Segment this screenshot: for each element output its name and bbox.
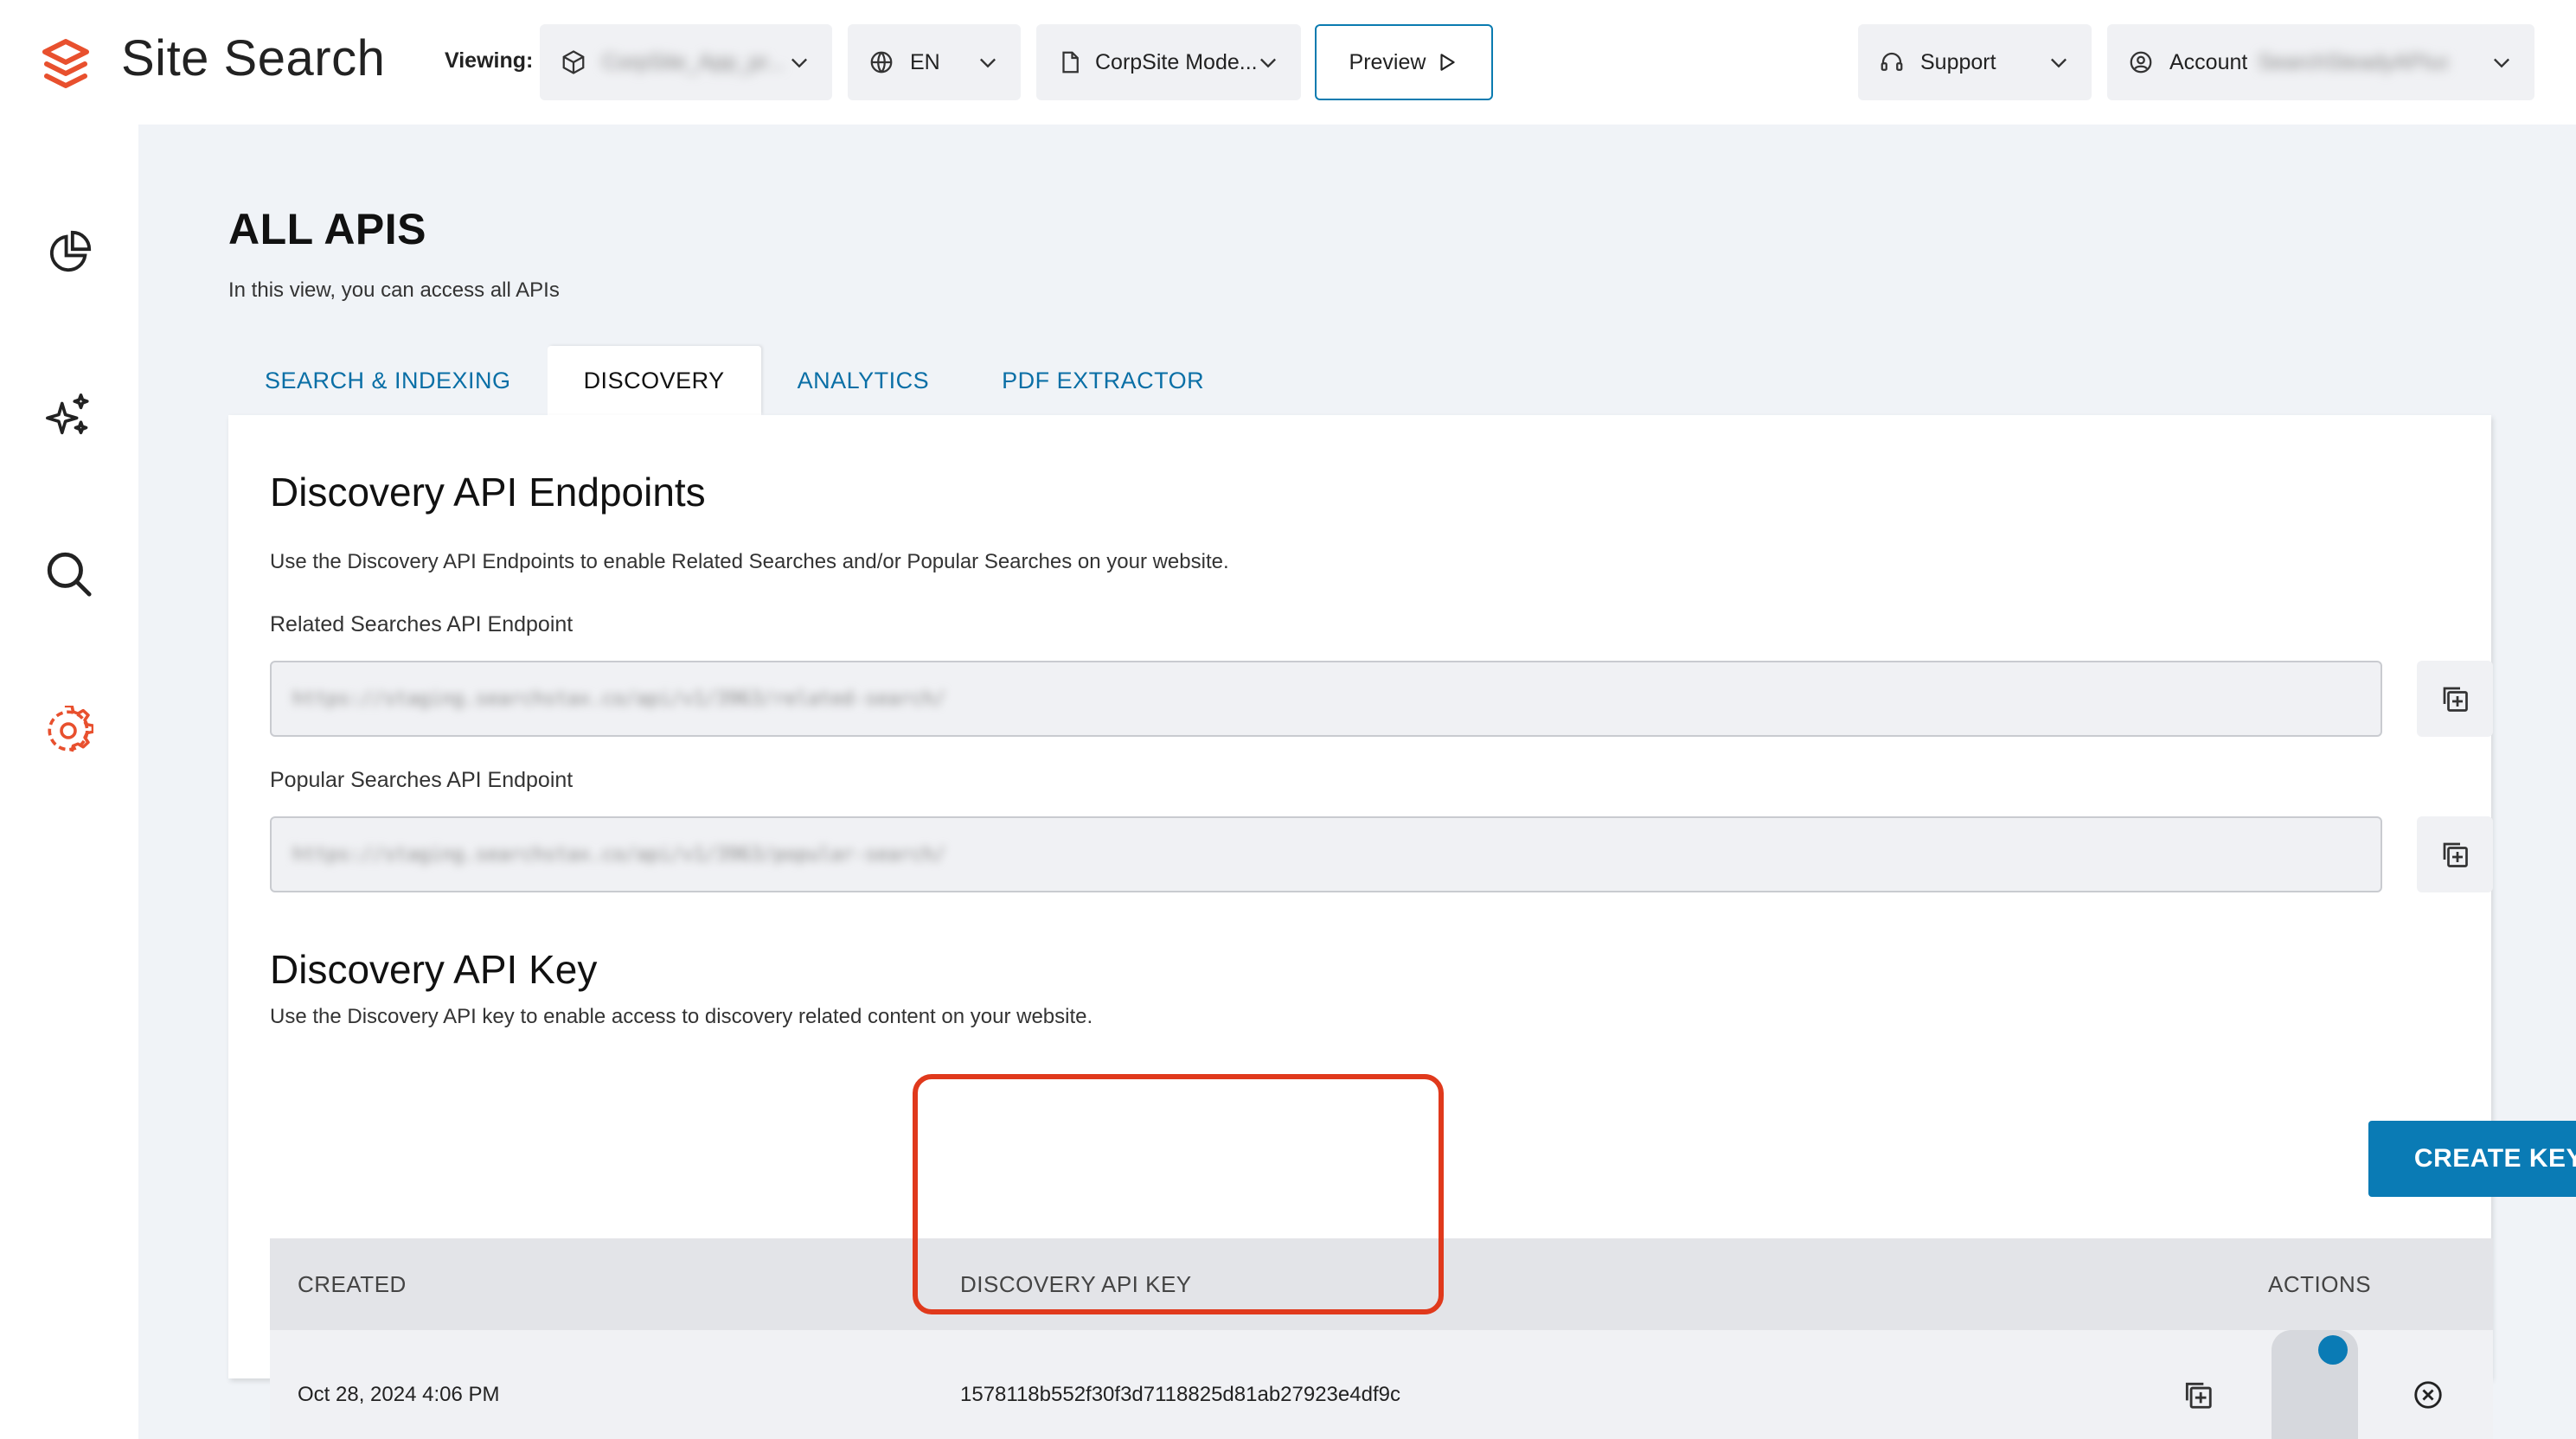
api-tabs: SEARCH & INDEXING DISCOVERY ANALYTICS PD… bbox=[228, 346, 1240, 415]
chevron-down-icon bbox=[791, 58, 807, 68]
table-header: CREATED DISCOVERY API KEY ACTIONS bbox=[270, 1238, 2493, 1330]
chevron-down-icon bbox=[1260, 58, 1276, 68]
page-subtitle: In this view, you can access all APIs bbox=[228, 278, 560, 302]
main-content: ALL APIS In this view, you can access al… bbox=[138, 125, 2576, 1439]
model-selector[interactable]: CorpSite Mode... bbox=[1036, 24, 1301, 100]
column-api-key: DISCOVERY API KEY bbox=[960, 1270, 1192, 1297]
api-key-table: CREATED DISCOVERY API KEY ACTIONS Oct 28… bbox=[270, 1238, 2493, 1439]
tab-search-indexing[interactable]: SEARCH & INDEXING bbox=[228, 346, 548, 415]
site-selector[interactable]: CorpSite_App_pr... bbox=[540, 24, 832, 100]
search-icon[interactable] bbox=[43, 548, 93, 598]
api-key-cell: 1578118b552f30f3d7118825d81ab27923e4df9c bbox=[960, 1383, 1400, 1406]
close-circle-icon bbox=[2414, 1381, 2442, 1409]
tab-analytics[interactable]: ANALYTICS bbox=[761, 346, 966, 415]
pie-chart-icon[interactable] bbox=[43, 228, 93, 278]
tab-discovery[interactable]: DISCOVERY bbox=[547, 346, 761, 415]
preview-button[interactable]: Preview bbox=[1315, 24, 1493, 100]
page-title: ALL APIS bbox=[228, 205, 427, 253]
chevron-down-icon bbox=[2494, 58, 2509, 68]
create-key-button[interactable]: CREATE KEY bbox=[2368, 1121, 2576, 1197]
sidebar bbox=[0, 125, 138, 1439]
api-key-description: Use the Discovery API key to enable acce… bbox=[270, 1005, 1093, 1028]
document-icon bbox=[1062, 51, 1079, 74]
related-endpoint-value: https://staging.searchstax.co/api/v1/396… bbox=[292, 688, 945, 710]
table-row: Oct 28, 2024 4:06 PM 1578118b552f30f3d71… bbox=[270, 1330, 2493, 1439]
toggle-track bbox=[2272, 1330, 2358, 1439]
chevron-down-icon bbox=[980, 58, 996, 68]
account-menu[interactable]: Account SearchSteadyAPIusers bbox=[2107, 24, 2534, 100]
endpoints-description: Use the Discovery API Endpoints to enabl… bbox=[270, 550, 1229, 573]
chevron-down-icon bbox=[2051, 58, 2067, 68]
headset-icon bbox=[1881, 52, 1903, 71]
viewing-label: Viewing: bbox=[445, 48, 534, 73]
account-user: SearchSteadyAPIusers bbox=[2258, 49, 2449, 74]
preview-label: Preview bbox=[1349, 49, 1426, 74]
gear-icon[interactable] bbox=[43, 706, 93, 756]
language-selector[interactable]: EN bbox=[848, 24, 1021, 100]
popular-endpoint-label: Popular Searches API Endpoint bbox=[270, 768, 574, 792]
copy-icon bbox=[2443, 842, 2468, 867]
globe-icon bbox=[870, 51, 893, 74]
copy-related-endpoint-button[interactable] bbox=[2417, 661, 2493, 737]
account-label: Account bbox=[2169, 49, 2248, 74]
api-key-heading: Discovery API Key bbox=[270, 947, 598, 992]
sparkles-icon[interactable] bbox=[43, 391, 93, 441]
site-selector-value: CorpSite_App_pr... bbox=[602, 49, 785, 74]
created-cell: Oct 28, 2024 4:06 PM bbox=[298, 1383, 500, 1406]
related-endpoint-label: Related Searches API Endpoint bbox=[270, 612, 574, 636]
copy-popular-endpoint-button[interactable] bbox=[2417, 816, 2493, 892]
app-title: Site Search bbox=[121, 30, 386, 86]
copy-icon bbox=[2443, 687, 2468, 712]
copy-icon bbox=[2185, 1382, 2212, 1409]
related-endpoint-field[interactable]: https://staging.searchstax.co/api/v1/396… bbox=[270, 661, 2382, 737]
support-label: Support bbox=[1920, 49, 1996, 74]
top-bar: Site Search Viewing: CorpSite_App_pr... … bbox=[0, 0, 2576, 125]
popular-endpoint-field[interactable]: https://staging.searchstax.co/api/v1/396… bbox=[270, 816, 2382, 892]
site-search-logo-icon[interactable] bbox=[42, 38, 90, 90]
support-menu[interactable]: Support bbox=[1858, 24, 2092, 100]
user-circle-icon bbox=[2130, 51, 2152, 74]
column-created: CREATED bbox=[298, 1270, 407, 1297]
popular-endpoint-value: https://staging.searchstax.co/api/v1/396… bbox=[292, 843, 945, 866]
column-actions: ACTIONS bbox=[2268, 1270, 2372, 1297]
discovery-panel: Discovery API Endpoints Use the Discover… bbox=[228, 415, 2576, 1439]
endpoints-heading: Discovery API Endpoints bbox=[270, 470, 706, 515]
play-icon bbox=[1440, 54, 1456, 71]
cube-icon bbox=[562, 50, 585, 74]
tab-pdf-extractor[interactable]: PDF EXTRACTOR bbox=[965, 346, 1240, 415]
copy-key-button[interactable] bbox=[2182, 1330, 2214, 1439]
model-value: CorpSite Mode... bbox=[1095, 49, 1256, 74]
delete-key-button[interactable] bbox=[2412, 1330, 2445, 1439]
toggle-knob bbox=[2318, 1335, 2348, 1365]
language-value: EN bbox=[910, 49, 940, 74]
